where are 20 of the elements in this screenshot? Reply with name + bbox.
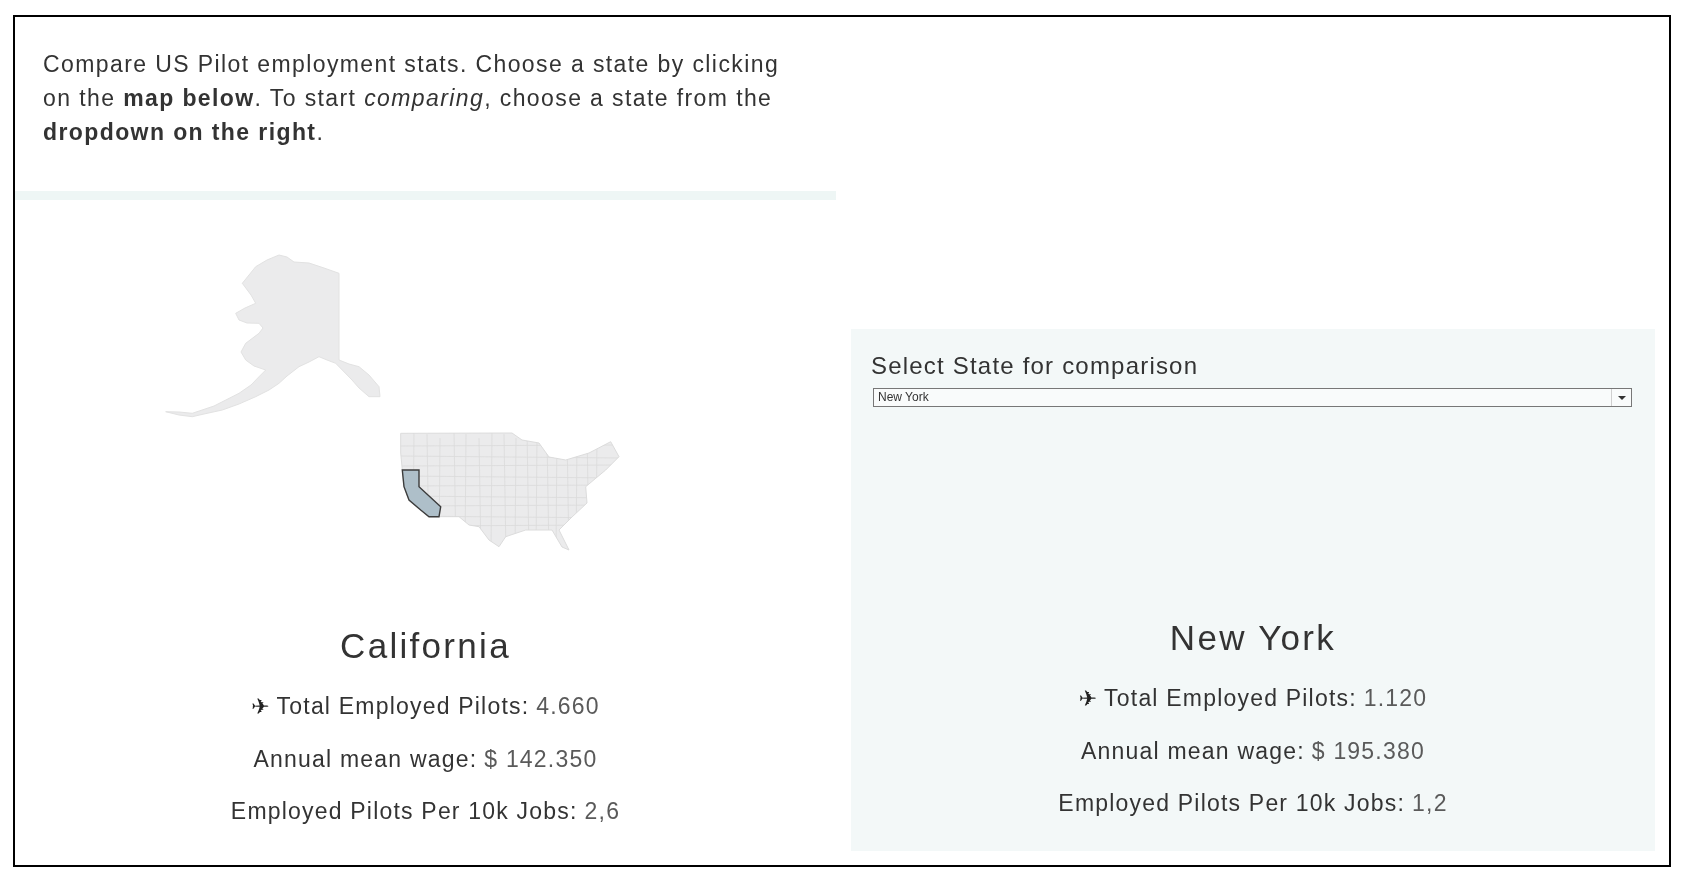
stat-value: $ 195.380 (1311, 737, 1425, 766)
stat-value: $ 142.350 (484, 745, 598, 774)
stat-label: Total Employed Pilots: (276, 692, 530, 721)
stat-label: Employed Pilots Per 10k Jobs: (1058, 789, 1406, 818)
stat-value: 2,6 (584, 797, 621, 826)
airplane-icon: ✈ (1078, 673, 1098, 725)
stat-label: Annual mean wage: (253, 745, 478, 774)
state-title: New York (1169, 618, 1337, 658)
comparison-heading: Select State for comparison (871, 352, 1199, 379)
state-dropdown[interactable]: New York (873, 388, 1632, 407)
stat-value: 1,2 (1412, 789, 1448, 818)
stat-value: 1.120 (1363, 684, 1428, 713)
stat-label: Employed Pilots Per 10k Jobs: (230, 797, 578, 826)
intro-paragraph: Compare US Pilot employment stats. Choose a state by clicking on the map below. To start comparing, choose a state from the dropdown on the right. (43, 50, 781, 147)
stat-value: 4.660 (536, 692, 600, 721)
caret-icon (1617, 395, 1626, 400)
stat-label: Total Employed Pilots: (1104, 684, 1357, 713)
airplane-icon: ✈ (251, 681, 270, 733)
stat-label: Annual mean wage: (1081, 737, 1305, 766)
state-title: California (340, 626, 511, 666)
